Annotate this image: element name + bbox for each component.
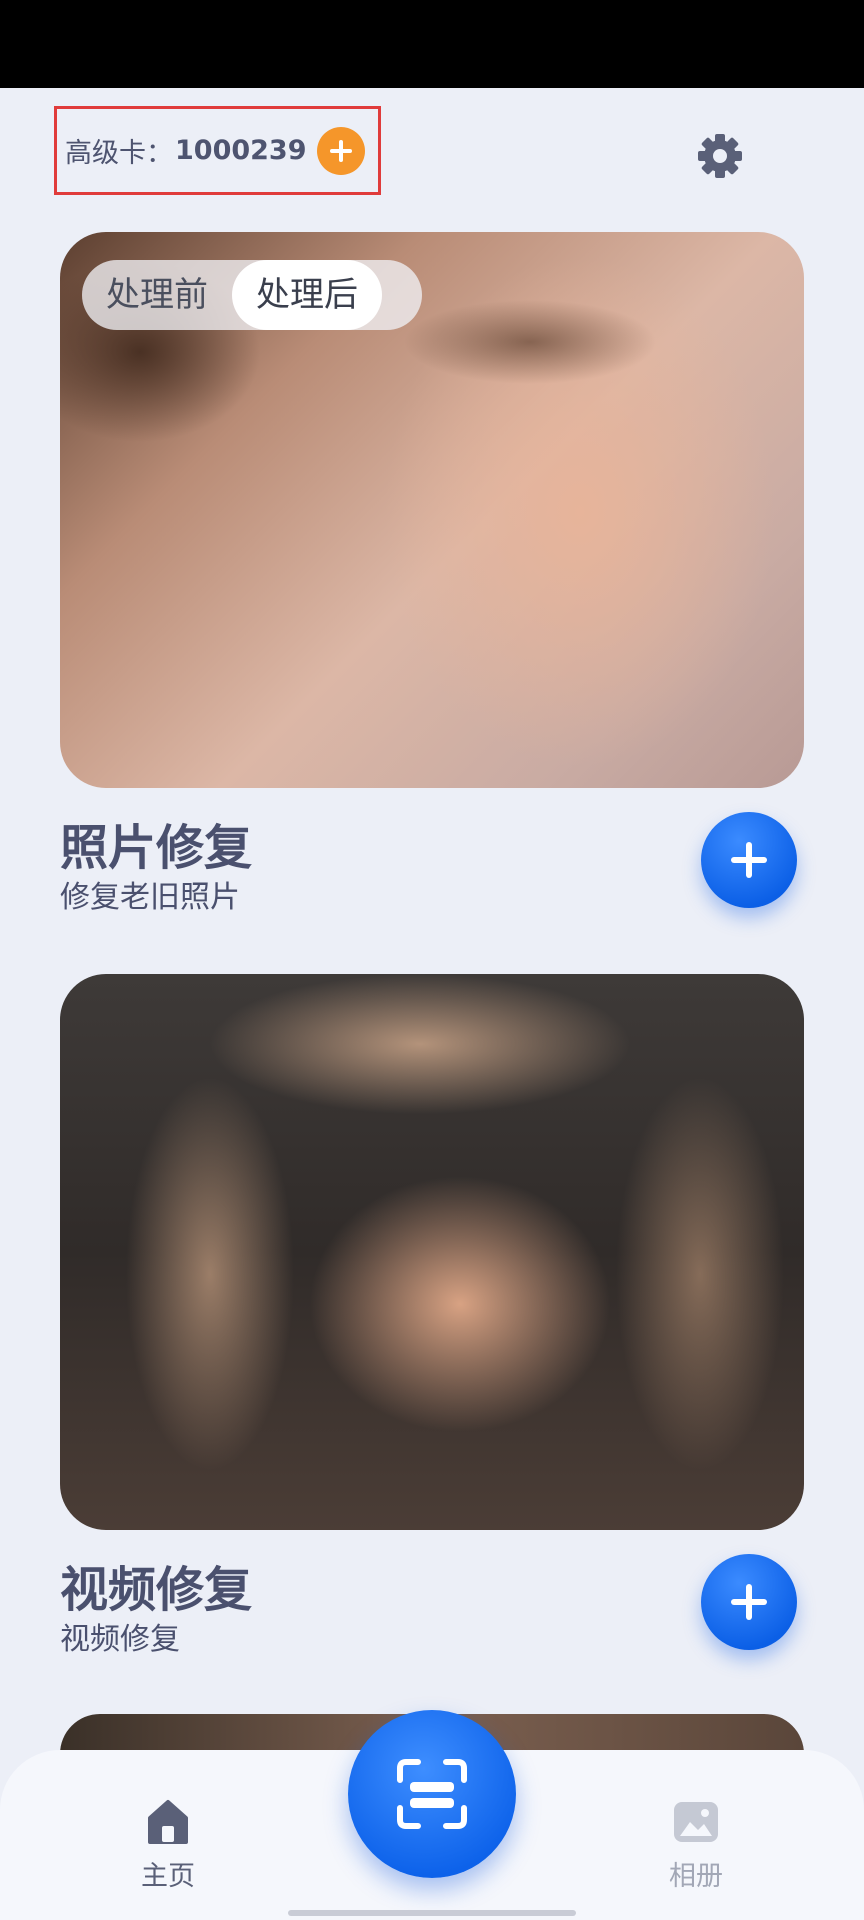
nav-home[interactable]: 主页: [118, 1798, 218, 1893]
gear-icon: [698, 134, 742, 178]
photo-restore-subtitle: 修复老旧照片: [60, 880, 240, 915]
video-restore-preview-image[interactable]: [60, 974, 804, 1530]
vip-card-balance[interactable]: 高级卡： 1000239: [54, 106, 381, 195]
plus-icon: [731, 1584, 767, 1620]
home-icon: [148, 1800, 188, 1844]
vip-label: 高级卡：: [65, 138, 173, 169]
photo-restore-preview-image[interactable]: 处理前 处理后: [60, 232, 804, 788]
plus-icon: [731, 842, 767, 878]
plus-icon: [329, 139, 352, 162]
video-restore-add-button[interactable]: [701, 1554, 797, 1650]
header: 高级卡： 1000239: [0, 88, 864, 218]
photo-restore-add-button[interactable]: [701, 812, 797, 908]
scan-button[interactable]: [348, 1710, 516, 1878]
toggle-before[interactable]: 处理前: [82, 260, 232, 330]
nav-home-label: 主页: [141, 1861, 195, 1892]
photo-restore-title: 照片修复: [60, 820, 253, 876]
scan-icon: [397, 1759, 467, 1829]
vip-add-button[interactable]: [316, 126, 365, 175]
toggle-after[interactable]: 处理后: [232, 260, 382, 330]
video-restore-subtitle: 视频修复: [60, 1622, 180, 1657]
video-restore-title: 视频修复: [60, 1562, 253, 1618]
status-bar: [0, 0, 864, 88]
before-after-toggle: 处理前 处理后: [82, 260, 422, 330]
nav-album-label: 相册: [669, 1861, 723, 1892]
image-icon: [674, 1802, 718, 1842]
settings-button[interactable]: [692, 128, 748, 184]
nav-album[interactable]: 相册: [646, 1798, 746, 1893]
vip-value: 1000239: [175, 135, 307, 166]
home-indicator: [288, 1910, 576, 1916]
